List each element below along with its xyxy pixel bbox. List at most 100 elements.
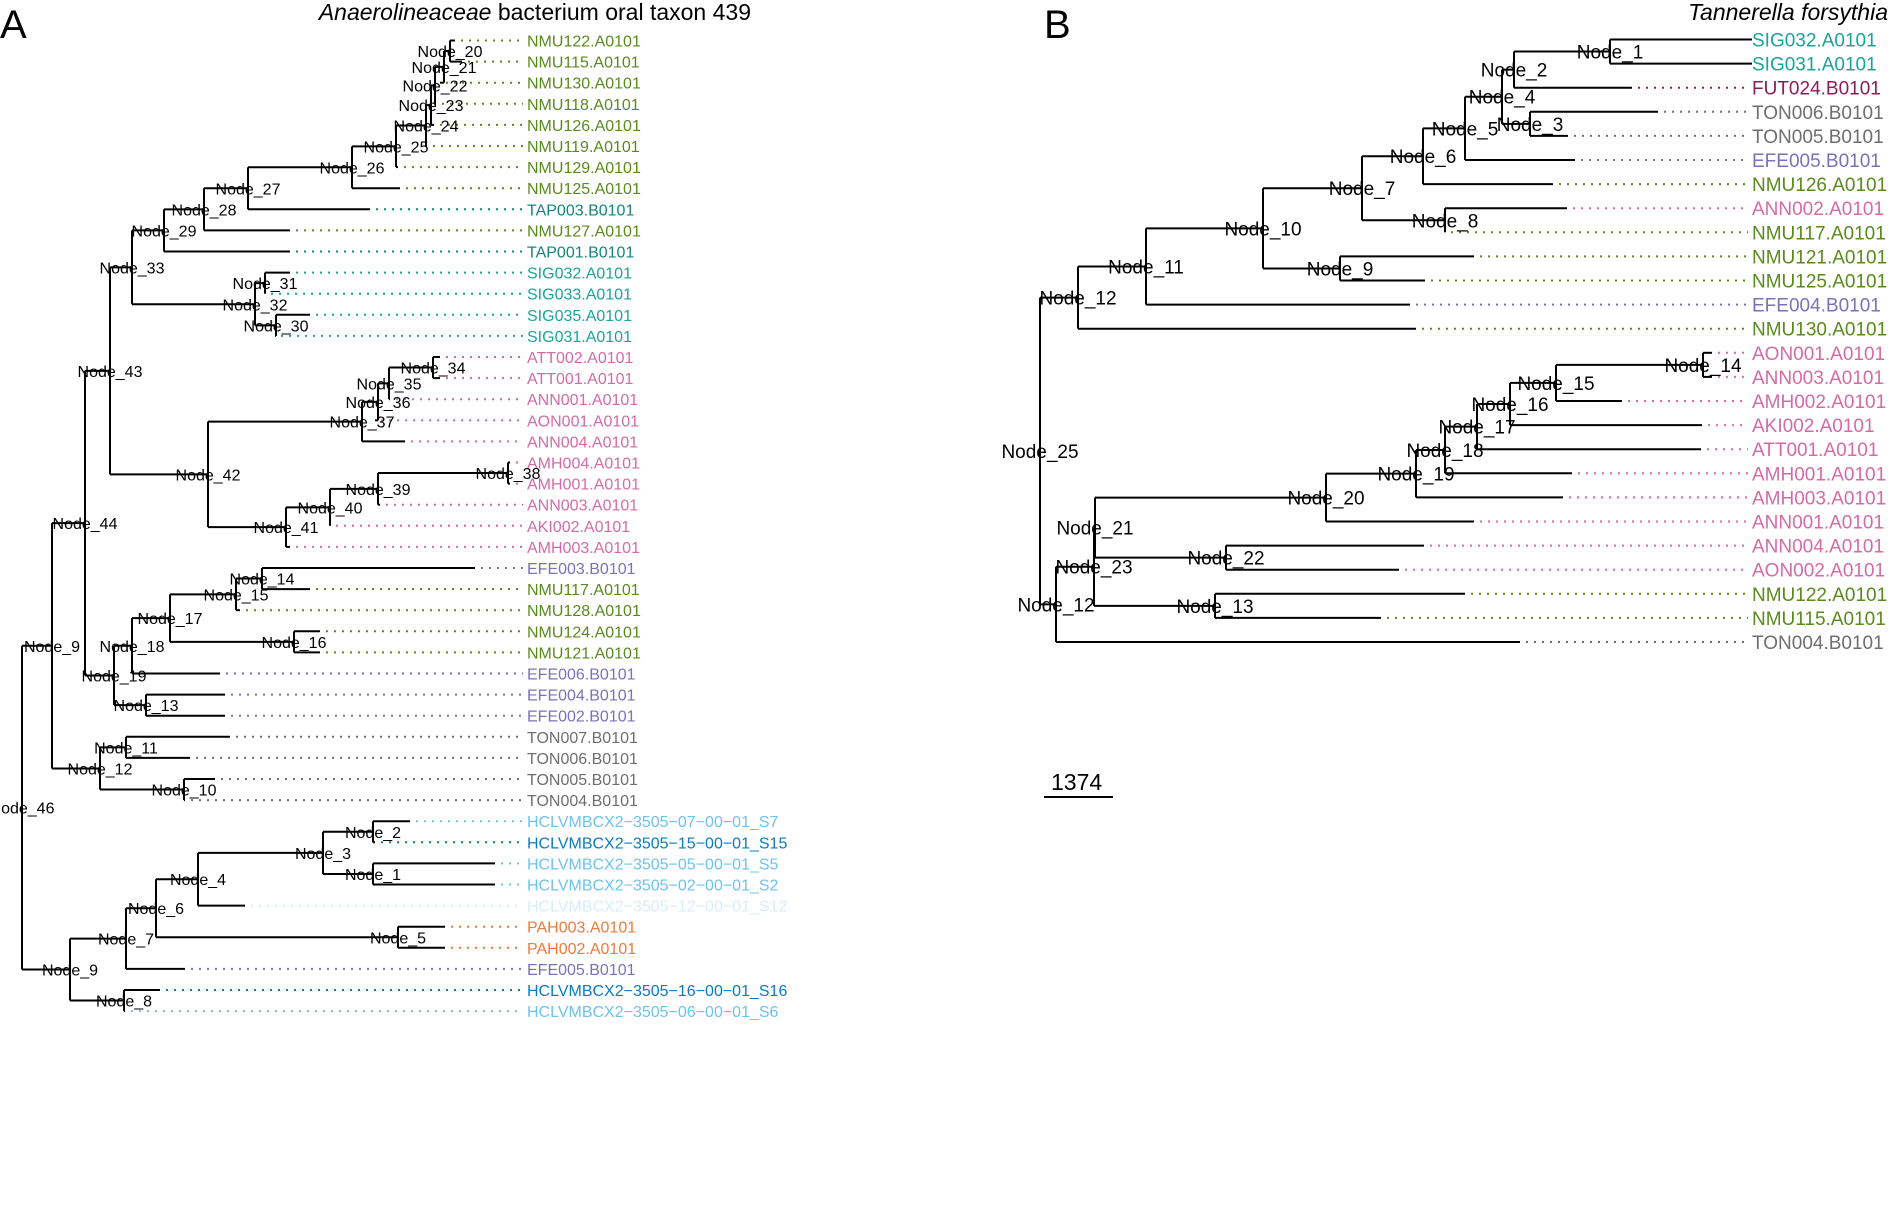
tip-label: AMH003.A0101	[527, 540, 640, 557]
node-label: Node_28	[172, 202, 237, 219]
node-label: Node_23	[399, 98, 464, 115]
node-label: Node_8	[1412, 211, 1479, 232]
tip-label: SIG035.A0101	[527, 308, 632, 325]
tip-label: ANN003.A0101	[1752, 368, 1884, 389]
tip-label: TON005.B0101	[1752, 127, 1884, 148]
tip-label: NMU122.A0101	[1752, 585, 1887, 606]
node-label: Node_3	[1497, 115, 1564, 136]
node-label: Node_6	[128, 901, 184, 918]
node-label: Node_13	[114, 698, 179, 715]
tip-label: NMU115.A0101	[1752, 609, 1886, 630]
node-label: Node_26	[320, 160, 385, 177]
node-label: Node_4	[170, 872, 226, 889]
node-label: Node_31	[233, 276, 298, 293]
phylogenetic-trees-figure: A Anaerolineaceae bacterium oral taxon 4…	[0, 0, 1888, 1021]
tip-label: ATT002.A0101	[527, 350, 634, 367]
tip-label: NMU125.A0101	[527, 181, 641, 198]
tip-label: HCLVMBCX2−3505−06−00−01_S6	[527, 1004, 779, 1021]
panel-b-tree: SIG032.A0101 SIG031.A0101 FUT024.B0101 TON0…	[1001, 31, 1887, 655]
node-label: Node_29	[132, 223, 197, 240]
tip-label: NMU126.A0101	[1752, 175, 1887, 196]
tip-label: TAP003.B0101	[527, 202, 634, 219]
tip-label: TON006.B0101	[527, 751, 638, 768]
tip-label: EFE004.B0101	[1752, 296, 1881, 317]
node-label: Node_18	[1406, 441, 1483, 462]
node-label: Node_30	[244, 318, 309, 335]
node-label: Node_4	[1469, 88, 1536, 109]
tip-label: TAP001.B0101	[527, 245, 634, 262]
tip-label: NMU119.A0101	[527, 139, 640, 156]
tip-label: SIG031.A0101	[527, 329, 632, 346]
tip-label: NMU117.A0101	[1752, 223, 1886, 244]
tip-label: SIG032.A0101	[527, 266, 632, 283]
tip-label: ANN001.A0101	[527, 392, 638, 409]
node-label: Node_11	[1108, 257, 1184, 278]
tip-label: ANN003.A0101	[527, 498, 638, 515]
node-label: Node_42	[176, 467, 241, 484]
node-label: Node_2	[1481, 61, 1548, 82]
node-label: Node_37	[330, 415, 395, 432]
tip-label: ANN004.A0101	[527, 434, 638, 451]
node-label: Node_7	[98, 932, 154, 949]
node-label: Node_11	[94, 740, 158, 757]
node-label: Node_12	[1017, 595, 1094, 616]
tip-label: EFE004.B0101	[527, 688, 636, 705]
node-label: Node_18	[100, 639, 165, 656]
node-label: Node_16	[262, 635, 327, 652]
tip-label: EFE005.B0101	[527, 962, 636, 979]
tip-label: NMU130.A0101	[527, 76, 641, 93]
node-label: Node_21	[1056, 519, 1133, 540]
node-label: Node_32	[223, 297, 288, 314]
tip-label: FUT024.B0101	[1752, 79, 1881, 100]
tip-label: AON001.A0101	[1752, 344, 1885, 365]
panel-b-letter: B	[1044, 3, 1071, 47]
node-label: Node_14	[1664, 356, 1742, 377]
node-label: Node_2	[345, 825, 401, 842]
tip-label: SIG031.A0101	[1752, 55, 1877, 76]
node-label: Node_5	[1432, 119, 1499, 140]
node-label: Node_16	[1471, 395, 1548, 416]
node-label: Node_25	[364, 139, 429, 156]
node-label: Node_9	[1307, 259, 1374, 280]
tip-label: AMH001.A0101	[1752, 464, 1886, 485]
tip-label: SIG033.A0101	[527, 287, 632, 304]
node-label: Node_12	[68, 761, 133, 778]
tip-label: EFE003.B0101	[527, 561, 636, 578]
tip-label: NMU122.A0101	[527, 34, 641, 51]
node-label: Node_36	[346, 395, 411, 412]
node-label: Node_3	[295, 846, 351, 863]
node-label: Node_20	[418, 44, 483, 61]
tip-label: SIG032.A0101	[1752, 31, 1877, 52]
tip-label: AMH004.A0101	[527, 456, 640, 473]
tip-label: ANN001.A0101	[1752, 513, 1884, 534]
tip-label: PAH003.A0101	[527, 920, 636, 937]
node-label: Node_12	[1039, 289, 1116, 310]
node-label: Node_15	[204, 587, 269, 604]
tip-label: TON004.B0101	[527, 793, 638, 810]
node-label: Node_17	[138, 611, 203, 628]
node-label: Node_41	[254, 520, 319, 537]
node-label: Node_10	[152, 783, 217, 800]
node-label: Node_25	[1001, 442, 1078, 463]
node-label: Node_20	[1287, 489, 1364, 510]
node-label: Node_34	[401, 361, 466, 378]
node-label: Node_19	[82, 668, 147, 685]
tip-label: EFE005.B0101	[1752, 151, 1881, 172]
node-label: Node_38	[476, 466, 541, 483]
node-label: Node_22	[403, 78, 468, 95]
node-label: Node_10	[1224, 219, 1301, 240]
tip-label: NMU130.A0101	[1752, 320, 1887, 341]
tip-label: ATT001.A0101	[1752, 440, 1878, 461]
tip-label: HCLVMBCX2−3505−16−00−01_S16	[527, 983, 787, 1000]
tip-label: HCLVMBCX2−3505−02−00−01_S2	[527, 878, 779, 895]
tip-label: NMU121.A0101	[1752, 247, 1887, 268]
tip-label: NMU128.A0101	[527, 603, 641, 620]
node-label: Node_8	[96, 994, 152, 1011]
node-label: Node_46	[0, 801, 55, 818]
node-label: Node_21	[412, 60, 477, 77]
tip-label: HCLVMBCX2−3505−05−00−01_S5	[527, 856, 779, 873]
node-label: Node_17	[1438, 418, 1515, 439]
tip-label: NMU129.A0101	[527, 160, 641, 177]
tip-label: ANN002.A0101	[1752, 199, 1884, 220]
tip-label: NMU126.A0101	[527, 118, 641, 135]
